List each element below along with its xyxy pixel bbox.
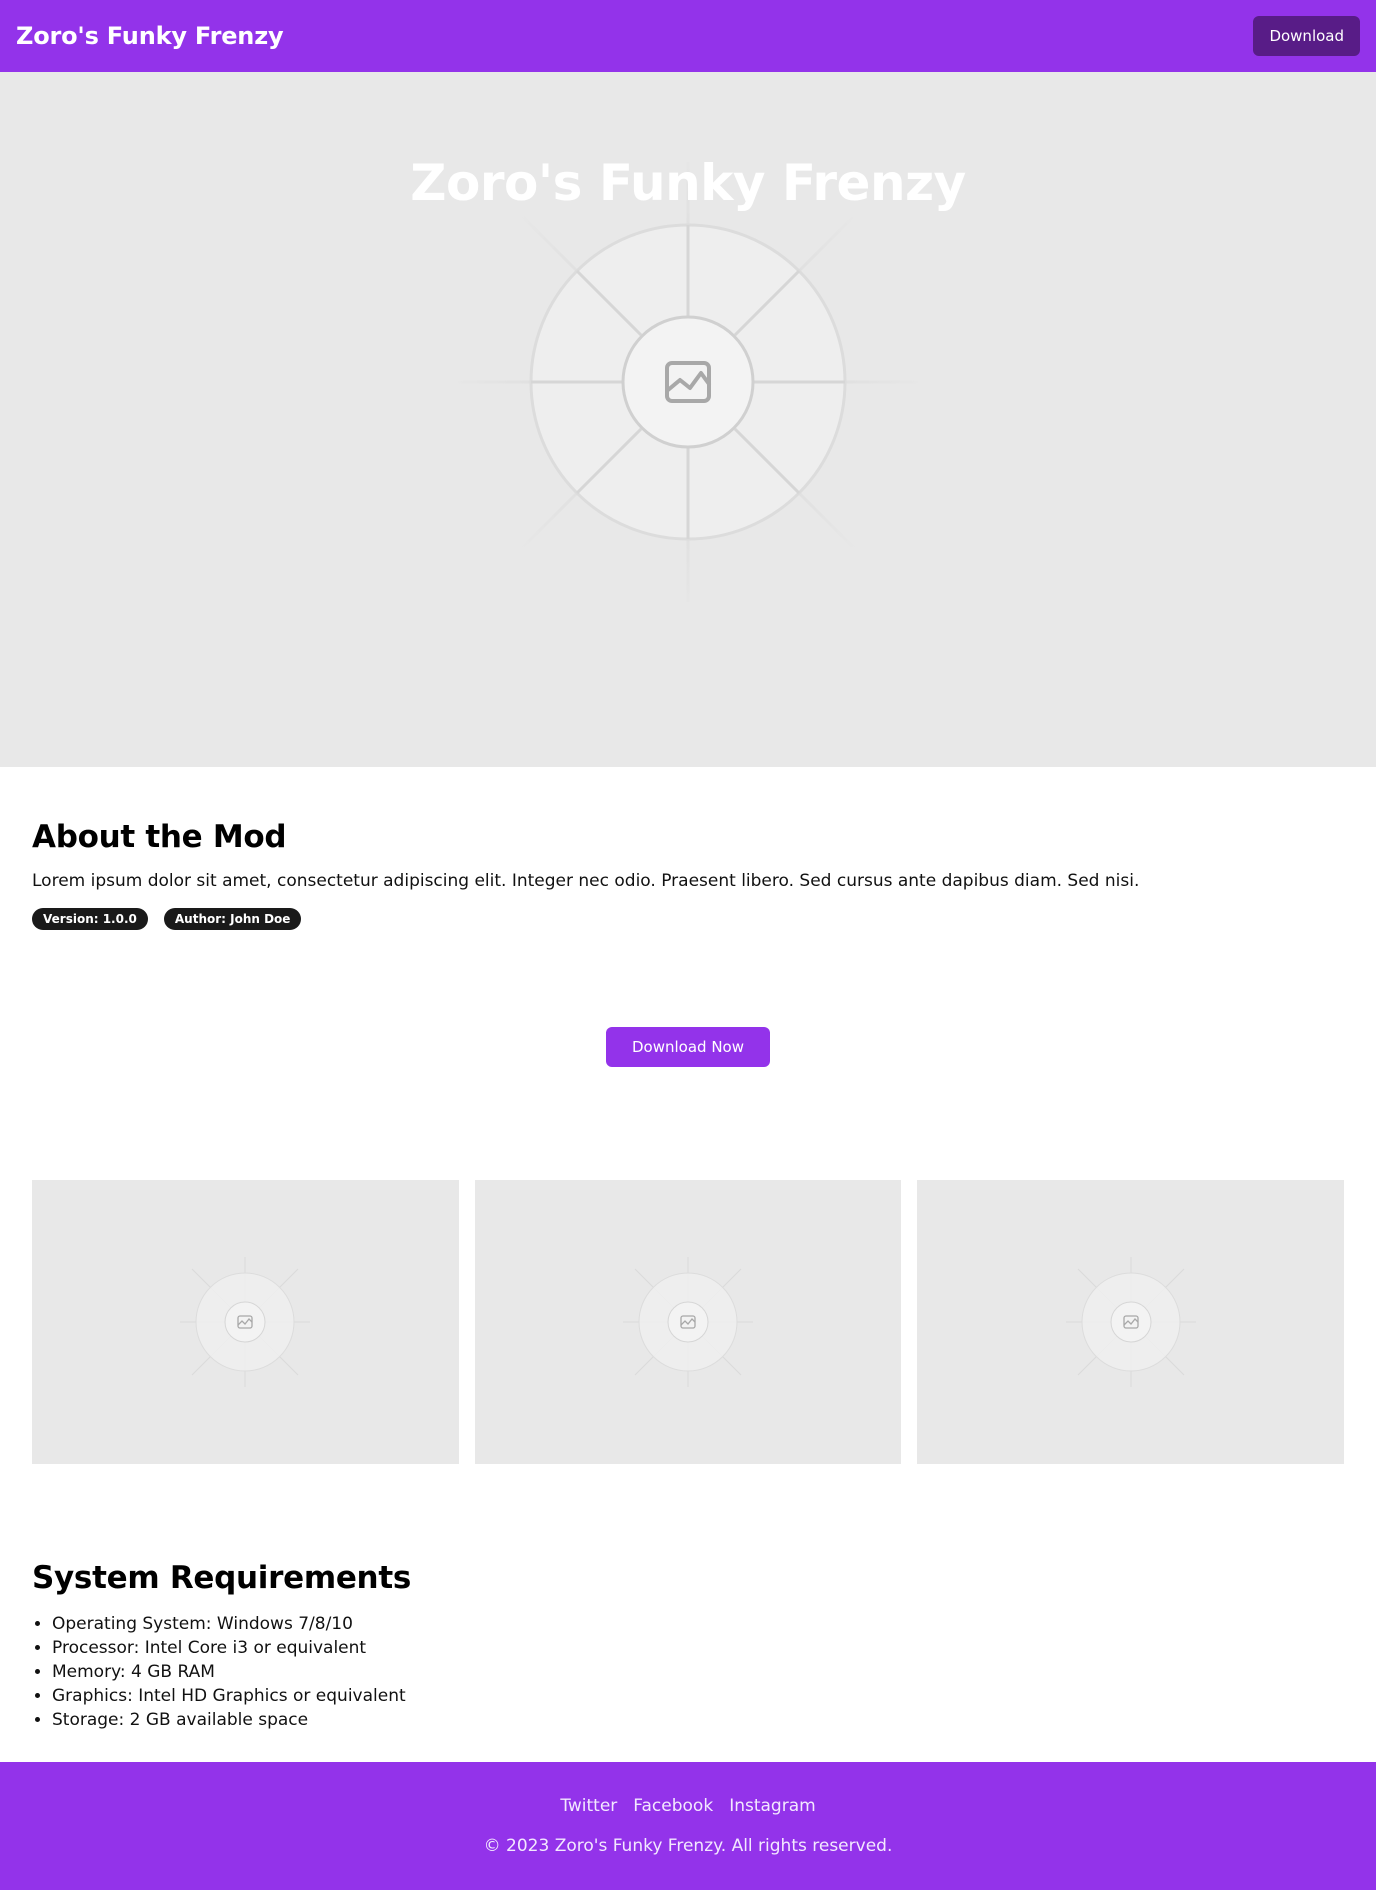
- gallery-image-1[interactable]: [32, 1180, 459, 1464]
- twitter-link[interactable]: Twitter: [560, 1796, 617, 1816]
- copyright-text: © 2023 Zoro's Funky Frenzy. All rights r…: [483, 1836, 893, 1856]
- brand-title[interactable]: Zoro's Funky Frenzy: [16, 22, 284, 50]
- list-item: Graphics: Intel HD Graphics or equivalen…: [52, 1684, 1344, 1708]
- site-footer: Twitter Facebook Instagram © 2023 Zoro's…: [0, 1762, 1376, 1890]
- about-description: Lorem ipsum dolor sit amet, consectetur …: [32, 871, 1140, 891]
- system-requirements-section: System Requirements Operating System: Wi…: [0, 1464, 1376, 1732]
- hero-banner: Zoro's Funky Frenzy: [0, 72, 1376, 767]
- version-badge: Version: 1.0.0: [32, 908, 148, 930]
- list-item: Memory: 4 GB RAM: [52, 1660, 1344, 1684]
- requirements-list: Operating System: Windows 7/8/10 Process…: [32, 1612, 1344, 1732]
- list-item: Storage: 2 GB available space: [52, 1708, 1344, 1732]
- gallery-image-3[interactable]: [917, 1180, 1345, 1464]
- instagram-link[interactable]: Instagram: [729, 1796, 816, 1816]
- hero-title: Zoro's Funky Frenzy: [410, 154, 966, 212]
- list-item: Operating System: Windows 7/8/10: [52, 1612, 1344, 1636]
- requirements-heading: System Requirements: [32, 1560, 411, 1596]
- gallery-image-2[interactable]: [474, 1180, 902, 1464]
- social-links: Twitter Facebook Instagram: [0, 1796, 1376, 1816]
- image-placeholder-icon: [180, 1257, 311, 1387]
- about-heading: About the Mod: [32, 819, 287, 855]
- download-cta-section: Download Now: [0, 930, 1376, 1180]
- top-navbar: Zoro's Funky Frenzy Download: [0, 0, 1376, 72]
- image-placeholder-icon: [623, 1257, 753, 1387]
- about-section: About the Mod Lorem ipsum dolor sit amet…: [0, 767, 1376, 930]
- author-badge: Author: John Doe: [163, 908, 302, 930]
- screenshot-gallery: [0, 1180, 1376, 1464]
- list-item: Processor: Intel Core i3 or equivalent: [52, 1636, 1344, 1660]
- badge-group: Version: 1.0.0 Author: John Doe: [32, 908, 1344, 930]
- facebook-link[interactable]: Facebook: [633, 1796, 713, 1816]
- image-placeholder-icon: [1065, 1257, 1196, 1387]
- download-now-button[interactable]: Download Now: [606, 1027, 770, 1067]
- header-download-button[interactable]: Download: [1253, 16, 1360, 56]
